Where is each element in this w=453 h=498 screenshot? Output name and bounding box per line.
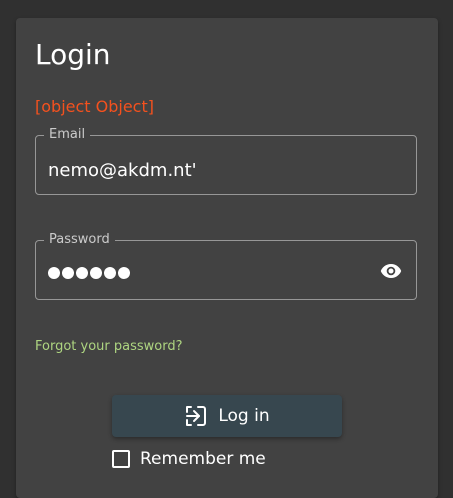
eye-icon-svg bbox=[380, 264, 402, 278]
email-field-value[interactable]: nemo@akdm.nt' bbox=[48, 160, 197, 182]
login-button-label: Log in bbox=[218, 406, 270, 426]
password-field-label: Password bbox=[44, 232, 115, 248]
password-field[interactable]: Password bbox=[35, 232, 417, 300]
error-message: [object Object] bbox=[35, 97, 154, 116]
password-mask-dot bbox=[76, 267, 88, 279]
page-title: Login bbox=[35, 38, 111, 71]
remember-me-option[interactable]: Remember me bbox=[112, 448, 266, 470]
password-mask-dot bbox=[90, 267, 102, 279]
password-mask-dot bbox=[118, 267, 130, 279]
password-mask-dot bbox=[48, 267, 60, 279]
email-field[interactable]: Email nemo@akdm.nt' bbox=[35, 127, 417, 195]
password-mask-dot bbox=[104, 267, 116, 279]
login-icon bbox=[186, 406, 207, 426]
password-mask-dot bbox=[62, 267, 74, 279]
email-field-label: Email bbox=[44, 127, 91, 143]
login-button[interactable]: Log in bbox=[112, 395, 342, 437]
forgot-password-link[interactable]: Forgot your password? bbox=[35, 338, 183, 356]
remember-me-label[interactable]: Remember me bbox=[140, 448, 266, 470]
login-card: Login [object Object] Email nemo@akdm.nt… bbox=[16, 18, 438, 498]
remember-me-checkbox[interactable] bbox=[112, 450, 130, 468]
eye-icon[interactable] bbox=[380, 263, 402, 279]
password-field-value[interactable] bbox=[48, 267, 130, 279]
